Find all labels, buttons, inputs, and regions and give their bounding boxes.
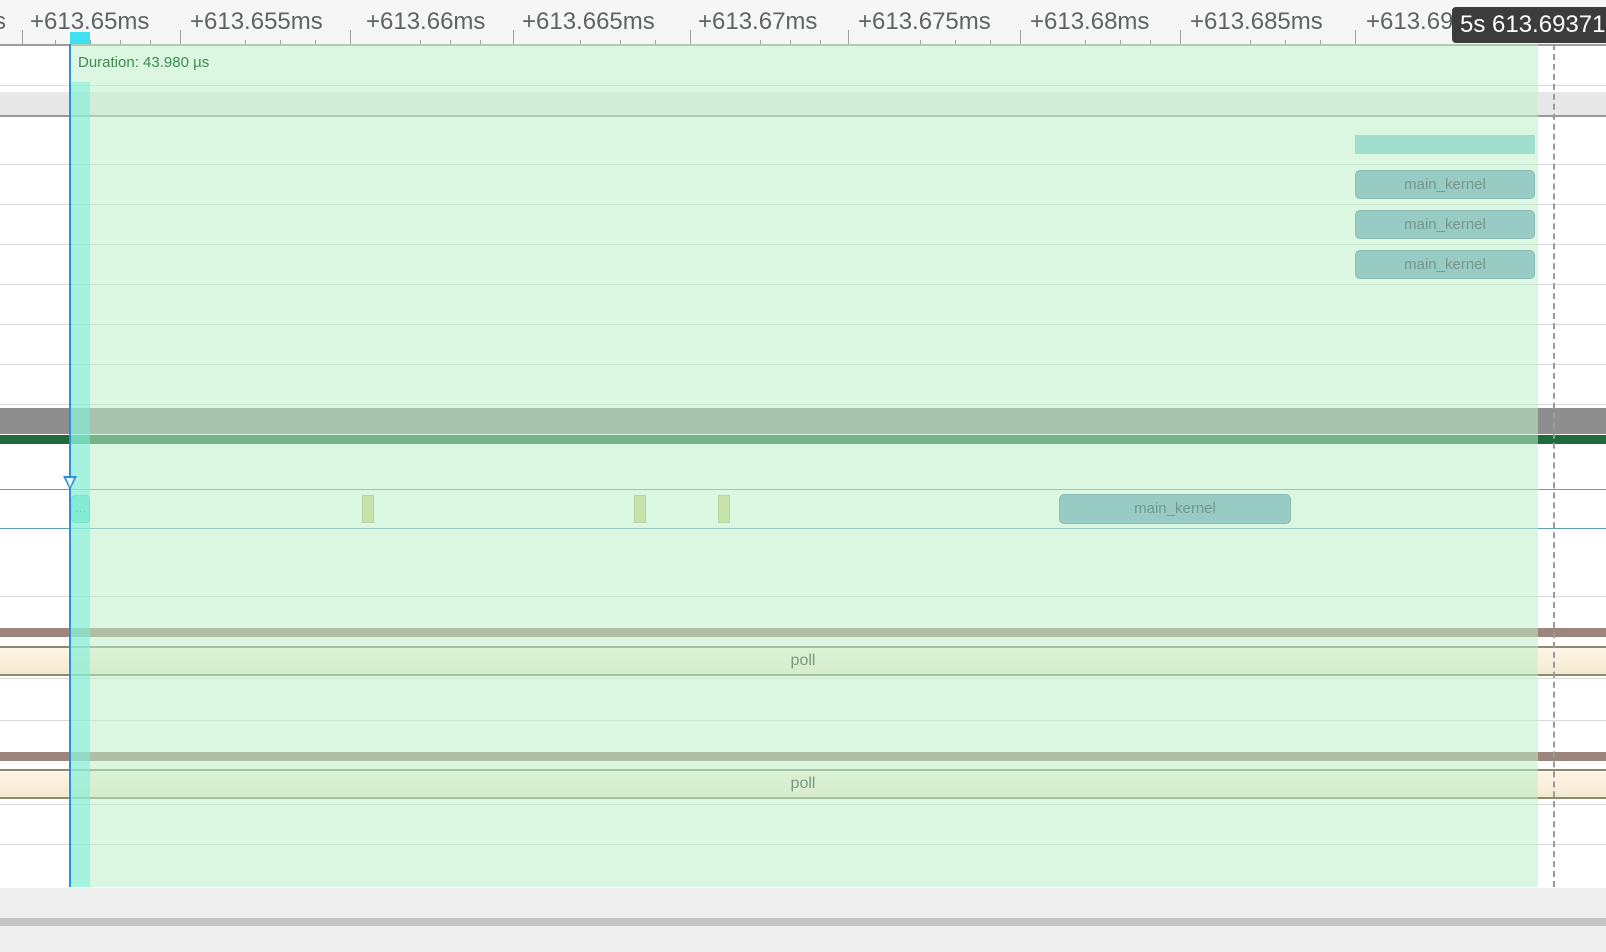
ruler-tick-major [1020,30,1021,44]
ruler-tick-minor [655,40,656,44]
tick-label: +613.675ms [858,8,991,35]
ruler-tick-minor [245,40,246,44]
selection-ruler-marker [70,32,90,44]
ruler-tick-minor [955,40,956,44]
ruler-tick-major [1355,30,1356,44]
small-yellow-slice[interactable] [718,495,730,523]
row-divider [0,324,1606,325]
ruler-tick-minor [90,40,91,44]
ruler-tick-major [350,30,351,44]
tick-label: +613.66ms [366,8,486,35]
ruler-tick-minor [580,40,581,44]
cursor-line[interactable] [69,44,71,887]
row-divider [0,678,1606,679]
bottom-panel [0,926,1606,952]
ruler-tick-minor [790,40,791,44]
ruler-tick-minor [1150,40,1151,44]
thread-track-border-top [0,489,1606,490]
ruler-tick-minor [420,40,421,44]
horizontal-scrollbar[interactable] [0,918,1606,926]
timeline-panel[interactable]: s +613.65ms +613.655ms +613.66ms +613.66… [0,0,1606,952]
tick-label: s [0,8,6,35]
main-kernel-slice[interactable]: main_kernel [1059,494,1291,524]
ruler-tick-minor [920,40,921,44]
row-divider [0,204,1606,205]
tick-label: +613.665ms [522,8,655,35]
ruler-tick-minor [120,40,121,44]
process-header-green[interactable] [0,435,1606,444]
row-divider [0,844,1606,845]
ruler-tick-minor [990,40,991,44]
thread-track-border-bottom [0,528,1606,529]
ruler-tick-minor [450,40,451,44]
ruler-tick-major [22,30,23,44]
ruler-tick-major [180,30,181,44]
tick-label: +613.685ms [1190,8,1323,35]
ruler-tick-minor [1120,40,1121,44]
ruler-tick-minor [55,40,56,44]
ruler-tick-minor [1250,40,1251,44]
main-kernel-slice[interactable]: main_kernel [1355,170,1535,199]
ruler-tick-major [690,30,691,44]
small-yellow-slice[interactable] [362,495,374,523]
small-yellow-slice[interactable] [634,495,646,523]
ruler-tick-minor [1085,40,1086,44]
process-header-brown[interactable] [0,752,1606,761]
ruler-tick-minor [480,40,481,44]
poll-slice[interactable]: poll [0,646,1606,676]
process-divider [0,115,1606,117]
ruler-tick-minor [1285,40,1286,44]
poll-slice[interactable]: poll [0,769,1606,799]
row-divider [0,284,1606,285]
ruler-tick-minor [760,40,761,44]
ruler-tick-major [848,30,849,44]
row-divider [0,804,1606,805]
row-divider [0,364,1606,365]
hover-line [1553,44,1555,887]
footer-bar [0,888,1606,918]
ruler-tick-major [1180,30,1181,44]
tick-label: +613.655ms [190,8,323,35]
flag-marker-inner [66,478,74,487]
duration-label: Duration: 43.980 µs [78,54,210,71]
process-header-gray[interactable] [0,408,1606,434]
process-header[interactable] [0,92,1606,116]
small-slice[interactable]: ... [71,495,90,523]
row-divider [0,85,1606,86]
main-kernel-slice[interactable]: main_kernel [1355,250,1535,279]
row-divider [0,720,1606,721]
ruler-tick-major [513,30,514,44]
ruler-tick-minor [150,40,151,44]
ruler-tick-minor [315,40,316,44]
row-divider [0,244,1606,245]
ruler-tick-minor [620,40,621,44]
tick-label: +613.69 [1366,8,1454,35]
gpu-slice[interactable] [1355,135,1535,154]
row-divider [0,164,1606,165]
ruler-tick-minor [1320,40,1321,44]
cursor-time-label: 5s 613.69371 [1452,7,1606,43]
tick-label: +613.67ms [698,8,818,35]
row-divider [0,404,1606,405]
main-kernel-slice[interactable]: main_kernel [1355,210,1535,239]
time-ruler[interactable]: s +613.65ms +613.655ms +613.66ms +613.66… [0,0,1606,46]
tick-label: +613.68ms [1030,8,1150,35]
row-divider [0,596,1606,597]
ruler-tick-minor [820,40,821,44]
ruler-tick-minor [280,40,281,44]
process-header-brown[interactable] [0,628,1606,637]
